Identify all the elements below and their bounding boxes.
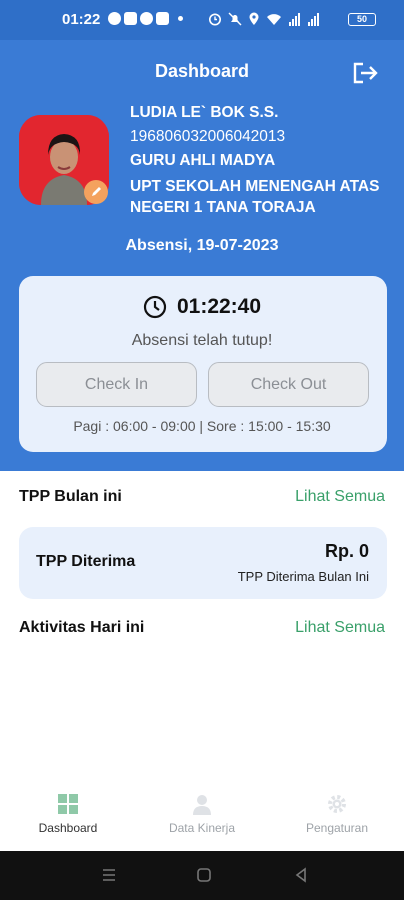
tpp-amount-caption: TPP Diterima Bulan Ini (237, 569, 369, 584)
wifi-icon (267, 13, 281, 25)
tpp-card-label: TPP Diterima (36, 553, 136, 570)
more-notifications-icon (178, 16, 183, 21)
nav-item-dashboard[interactable]: Dashboard (18, 793, 118, 835)
clock-icon (143, 295, 167, 319)
mute-icon (228, 12, 242, 26)
location-icon (249, 12, 259, 25)
check-out-button[interactable]: Check Out (208, 362, 369, 407)
recent-apps-icon[interactable] (100, 867, 118, 883)
nav-item-pengaturan[interactable]: Pengaturan (287, 793, 387, 835)
notification-icons (108, 12, 189, 25)
gear-icon (328, 795, 346, 813)
profile-rank: GURU AHLI MADYA (130, 152, 276, 169)
profile-unit: UPT SEKOLAH MENENGAH ATAS NEGERI 1 TANA … (130, 178, 380, 216)
logout-icon[interactable] (352, 62, 378, 84)
attendance-schedule: Pagi : 06:00 - 09:00 | Sore : 15:00 - 15… (73, 418, 331, 434)
profile-nip: 196806032006042013 (130, 128, 286, 145)
nav-label: Dashboard (38, 821, 98, 835)
tpp-amount: Rp. 0 (324, 541, 369, 561)
check-in-button[interactable]: Check In (36, 362, 197, 407)
home-icon[interactable] (196, 867, 212, 883)
status-time: 01:22 (62, 11, 101, 28)
signal-icon (289, 12, 319, 26)
activities-section-title: Aktivitas Hari ini (19, 619, 145, 636)
nav-label: Data Kinerja (168, 821, 236, 835)
page-title: Dashboard (154, 61, 250, 81)
profile-name: LUDIA LE` BOK S.S. (130, 104, 279, 121)
attendance-status: Absensi telah tutup! (131, 332, 273, 349)
grid-icon (58, 794, 78, 814)
whatsapp-icon (108, 12, 121, 25)
system-icons (208, 12, 328, 26)
attendance-clock: 01:22:40 (0, 295, 404, 319)
app-notification-icon (124, 12, 137, 25)
back-icon[interactable] (293, 867, 309, 883)
attendance-date: Absensi, 19-07-2023 (125, 237, 279, 254)
user-icon (193, 795, 211, 815)
system-nav-bar (0, 851, 404, 900)
battery-icon: 50 (348, 13, 376, 26)
facebook-icon (140, 12, 153, 25)
edit-photo-button[interactable] (84, 180, 108, 204)
pencil-icon (92, 187, 101, 196)
status-bar: 01:22 50 (0, 0, 404, 40)
app-notification-icon (156, 12, 169, 25)
tpp-see-all-link[interactable]: Lihat Semua (295, 488, 385, 506)
clock-time: 01:22:40 (176, 295, 262, 318)
nav-item-data-kinerja[interactable]: Data Kinerja (152, 793, 252, 835)
activities-see-all-link[interactable]: Lihat Semua (295, 619, 385, 637)
tpp-section-title: TPP Bulan ini (19, 488, 122, 505)
nav-label: Pengaturan (305, 821, 369, 835)
alarm-icon (209, 13, 221, 26)
